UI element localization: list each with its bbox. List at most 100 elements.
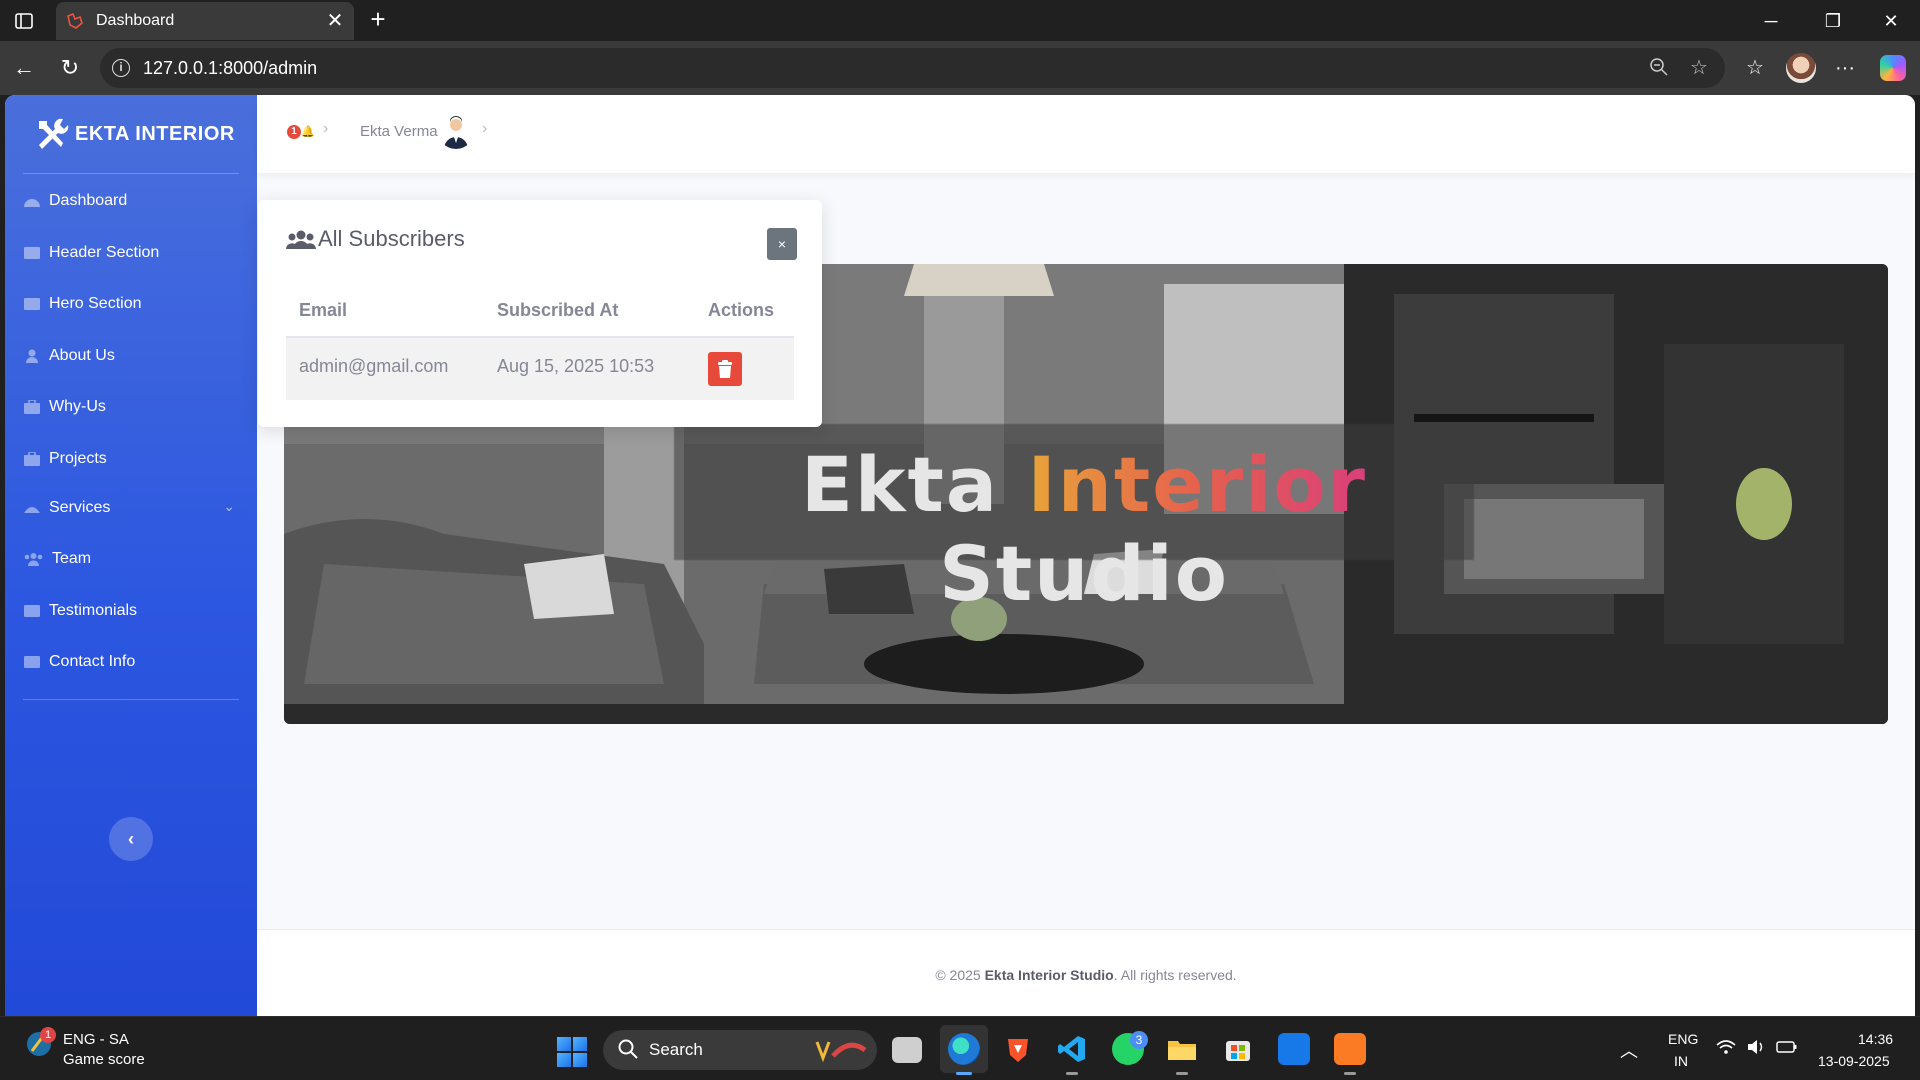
favorite-star-icon[interactable]: ☆ (1688, 57, 1710, 79)
favorites-icon[interactable]: ☆ (1742, 55, 1768, 81)
sidebar-item-contact-info[interactable]: Contact Info (5, 638, 257, 686)
banner-title-accent: Interior (1027, 440, 1368, 529)
taskbar-search[interactable]: Search (603, 1030, 877, 1070)
hero-icon (23, 297, 41, 311)
browser-tab[interactable]: Dashboard ✕ (56, 2, 354, 40)
banner-title-word: Studio (939, 529, 1229, 618)
footer: © 2025 Ekta Interior Studio. All rights … (257, 929, 1915, 1016)
sidebar-item-label: Contact Info (49, 653, 136, 670)
whatsapp-badge: 3 (1130, 1031, 1148, 1049)
column-header-subscribed-at: Subscribed At (497, 300, 619, 320)
close-window-button[interactable]: ✕ (1868, 6, 1914, 36)
contact-icon (23, 655, 41, 669)
subscriber-email: admin@gmail.com (299, 356, 449, 376)
user-name[interactable]: Ekta Verma (360, 123, 438, 140)
site-info-icon[interactable]: i (112, 59, 130, 77)
sidebar-item-label: Services (49, 499, 111, 516)
profile-avatar[interactable] (1786, 53, 1816, 83)
sidebar-item-label: Testimonials (49, 602, 138, 619)
user-avatar[interactable] (438, 113, 474, 149)
search-label: Search (649, 1040, 703, 1059)
sidebar-item-why-us[interactable]: Why-Us (5, 383, 257, 431)
footer-copyright: © 2025 Ekta Interior Studio. All rights … (257, 967, 1915, 983)
projects-icon (23, 451, 41, 466)
column-header-actions: Actions (708, 300, 775, 320)
page-viewport: EKTA INTERIOR Dashboard Header Section H… (5, 95, 1915, 1016)
sidebar-item-team[interactable]: Team (5, 535, 257, 583)
copilot-icon[interactable] (1880, 55, 1906, 81)
new-tab-button[interactable]: + (364, 6, 392, 34)
region-indicator[interactable]: IN (1674, 1053, 1688, 1069)
tab-close-icon[interactable]: ✕ (324, 10, 346, 32)
zoom-icon[interactable] (1648, 57, 1670, 79)
clock-date[interactable]: 13-09-2025 (1818, 1053, 1890, 1069)
brave-browser-icon[interactable] (1002, 1033, 1034, 1065)
notification-badge[interactable]: 1 (287, 125, 301, 139)
app-icon[interactable] (1278, 1033, 1310, 1065)
running-indicator (1066, 1072, 1078, 1075)
more-options-icon[interactable]: ··· (1832, 55, 1858, 81)
language-indicator[interactable]: ENG (1668, 1031, 1698, 1047)
sidebar-item-projects[interactable]: Projects (5, 435, 257, 483)
volume-icon[interactable] (1746, 1039, 1766, 1060)
sidebar-item-label: Hero Section (49, 295, 142, 312)
sidebar-item-hero-section[interactable]: Hero Section (5, 280, 257, 328)
table-header: Email Subscribed At Actions (286, 282, 794, 338)
chevron-up-icon[interactable]: ︿ (1620, 1037, 1638, 1063)
trash-icon (718, 360, 732, 378)
brand[interactable]: EKTA INTERIOR (5, 95, 257, 173)
top-bar: 1 🔔 › Ekta Verma › (257, 95, 1915, 173)
clock-time[interactable]: 14:36 (1858, 1031, 1893, 1047)
user-icon (23, 349, 41, 363)
sidebar-item-testimonials[interactable]: Testimonials (5, 587, 257, 635)
sidebar-collapse-button[interactable]: ‹ (109, 817, 153, 861)
sidebar-item-header-section[interactable]: Header Section (5, 229, 257, 277)
file-explorer-icon[interactable] (1166, 1033, 1198, 1075)
windows-start-icon[interactable] (557, 1037, 587, 1067)
active-indicator (956, 1072, 972, 1075)
modal-close-button[interactable]: × (767, 228, 797, 260)
sidebar-item-label: About Us (49, 347, 115, 364)
delete-button[interactable] (708, 352, 742, 386)
widget-subtitle[interactable]: Game score (63, 1051, 145, 1068)
chevron-down-icon[interactable]: ⌄ (223, 498, 235, 515)
services-icon (23, 501, 41, 515)
modal-title: All Subscribers (286, 226, 465, 252)
back-icon[interactable]: ← (10, 54, 38, 82)
sidebar-item-dashboard[interactable]: Dashboard (5, 177, 257, 225)
dashboard-icon (23, 194, 41, 208)
xampp-icon[interactable] (1334, 1033, 1366, 1075)
sidebar-item-about-us[interactable]: About Us (5, 332, 257, 380)
subscriber-date: Aug 15, 2025 10:53 (497, 356, 655, 376)
microsoft-store-icon[interactable] (1222, 1033, 1254, 1065)
banner-title: Ekta Interior Studio (674, 440, 1494, 618)
widget-badge: 1 (40, 1027, 56, 1043)
reload-icon[interactable]: ↻ (56, 54, 84, 82)
users-icon (286, 230, 316, 249)
modal-title-text: All Subscribers (318, 226, 465, 251)
sidebar-item-label: Projects (49, 450, 107, 467)
widget-title[interactable]: ENG - SA (63, 1031, 129, 1048)
footer-brand: Ekta Interior Studio (984, 967, 1114, 983)
subscribers-modal: All Subscribers × Email Subscribed At Ac… (258, 200, 822, 427)
sidebar-toggle-icon[interactable] (12, 9, 36, 33)
column-header-email: Email (299, 300, 348, 320)
task-view-icon[interactable] (892, 1037, 922, 1063)
vscode-icon[interactable] (1056, 1033, 1088, 1075)
battery-icon[interactable] (1776, 1039, 1798, 1060)
wifi-icon[interactable] (1716, 1039, 1736, 1060)
footer-rest: . All rights reserved. (1113, 967, 1237, 983)
chevron-right-icon: › (323, 120, 329, 137)
edge-browser-icon[interactable] (948, 1033, 980, 1075)
minimize-button[interactable]: ─ (1748, 6, 1794, 36)
restore-button[interactable]: ❐ (1810, 6, 1856, 36)
team-icon (23, 552, 44, 566)
header-icon (23, 246, 41, 260)
tab-title: Dashboard (96, 12, 175, 29)
url-field[interactable]: i 127.0.0.1:8000/admin ☆ (100, 48, 1725, 88)
sidebar-item-label: Why-Us (49, 398, 106, 415)
bell-icon[interactable]: 🔔 (301, 125, 315, 138)
subscribers-table: Email Subscribed At Actions admin@gmail.… (286, 282, 794, 400)
sidebar-item-services[interactable]: Services ⌄ (5, 484, 257, 532)
sidebar-item-label: Team (52, 550, 92, 567)
